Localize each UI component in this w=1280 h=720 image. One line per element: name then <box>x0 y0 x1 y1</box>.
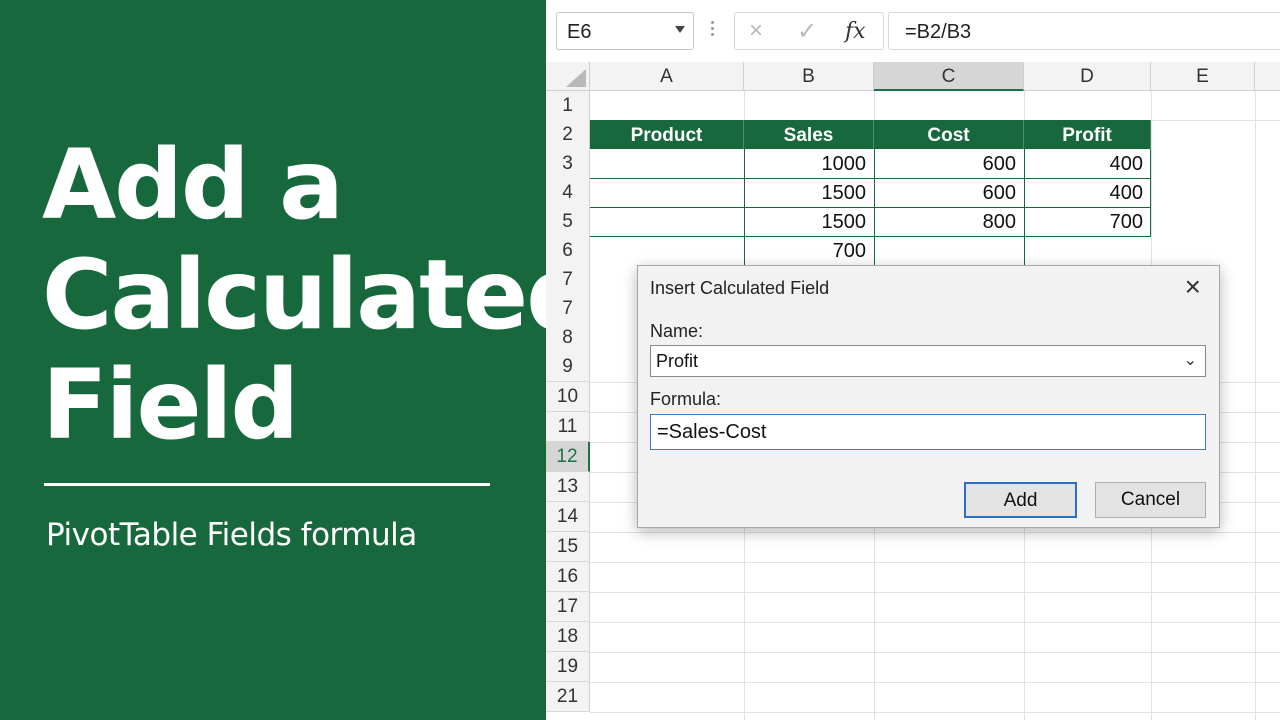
row-header[interactable]: 16 <box>546 562 590 592</box>
drag-handle-icon[interactable] <box>711 21 715 41</box>
row-header[interactable]: 14 <box>546 502 590 532</box>
table-cell-sales[interactable]: 700 <box>744 236 874 265</box>
table-cell-profit[interactable]: 400 <box>1024 149 1151 178</box>
chevron-down-icon[interactable] <box>675 26 685 33</box>
table-cell-cost[interactable]: 600 <box>874 178 1024 207</box>
add-button[interactable]: Add <box>964 482 1077 518</box>
row-header[interactable]: 1 <box>546 91 590 121</box>
row-header-selected[interactable]: 12 <box>546 442 590 472</box>
column-header-next[interactable] <box>1255 62 1280 91</box>
formula-input[interactable]: =B2/B3 <box>888 12 1280 50</box>
column-header-c[interactable]: C <box>874 62 1024 91</box>
row-header[interactable]: 7 <box>546 265 590 295</box>
column-header-b[interactable]: B <box>744 62 874 91</box>
table-header-sales[interactable]: Sales <box>744 120 874 149</box>
cancel-icon[interactable]: × <box>749 17 763 45</box>
table-cell-profit[interactable]: 400 <box>1024 178 1151 207</box>
table-cell-product[interactable] <box>590 236 744 265</box>
title-divider <box>44 483 490 486</box>
table-cell-sales[interactable]: 1500 <box>744 207 874 236</box>
row-header[interactable]: 17 <box>546 592 590 622</box>
table-cell-cost[interactable] <box>874 236 1024 265</box>
row-header[interactable]: 13 <box>546 472 590 502</box>
column-header-d[interactable]: D <box>1024 62 1151 91</box>
row-header[interactable]: 9 <box>546 352 590 382</box>
column-header-a[interactable]: A <box>590 62 744 91</box>
table-header-cost[interactable]: Cost <box>874 120 1024 149</box>
row-header[interactable]: 7 <box>546 294 590 324</box>
name-dropdown[interactable]: Profit ⌄ <box>650 345 1206 377</box>
row-header[interactable]: 10 <box>546 382 590 412</box>
row-header[interactable]: 19 <box>546 652 590 682</box>
title-line-3: Field <box>42 349 299 461</box>
table-cell-product[interactable] <box>590 178 744 207</box>
column-header-e[interactable]: E <box>1151 62 1255 91</box>
table-header-product[interactable]: Product <box>590 120 744 149</box>
name-dropdown-value: Profit <box>656 351 699 371</box>
row-header[interactable]: 15 <box>546 532 590 562</box>
row-header[interactable]: 21 <box>546 682 590 712</box>
close-icon[interactable]: × <box>1185 272 1201 302</box>
table-cell-profit[interactable]: 700 <box>1024 207 1151 236</box>
row-header[interactable]: 5 <box>546 207 590 237</box>
row-header[interactable]: 2 <box>546 120 590 150</box>
row-header[interactable]: 11 <box>546 412 590 442</box>
select-all-button[interactable] <box>546 62 590 91</box>
name-label: Name: <box>650 321 704 341</box>
formula-field[interactable]: =Sales-Cost <box>650 414 1206 450</box>
row-header[interactable]: 18 <box>546 622 590 652</box>
formula-buttons: × ✓ fx <box>734 12 884 50</box>
formula-bar: E6 × ✓ fx =B2/B3 <box>546 0 1280 62</box>
check-icon[interactable]: ✓ <box>797 17 817 46</box>
table-cell-cost[interactable]: 800 <box>874 207 1024 236</box>
table-cell-product[interactable] <box>590 149 744 178</box>
title-line-2: Calculated <box>42 239 595 351</box>
table-cell-profit[interactable] <box>1024 236 1151 265</box>
row-header[interactable]: 6 <box>546 236 590 266</box>
name-box-value: E6 <box>567 21 592 43</box>
dialog-title: Insert Calculated Field <box>650 278 830 298</box>
name-box[interactable]: E6 <box>556 12 694 50</box>
insert-calculated-field-dialog: Insert Calculated Field × Name: Profit ⌄… <box>637 265 1220 528</box>
table-cell-sales[interactable]: 1000 <box>744 149 874 178</box>
table-cell-cost[interactable]: 600 <box>874 149 1024 178</box>
subtitle: PivotTable Fields formula <box>46 517 417 553</box>
table-cell-sales[interactable]: 1500 <box>744 178 874 207</box>
row-header[interactable]: 4 <box>546 178 590 208</box>
title-panel: Add a Calculated Field PivotTable Fields… <box>0 0 595 720</box>
row-header[interactable]: 3 <box>546 149 590 179</box>
insert-function-icon[interactable]: fx <box>845 19 866 44</box>
cancel-button[interactable]: Cancel <box>1095 482 1206 518</box>
title-line-1: Add a <box>42 129 344 241</box>
chevron-down-icon[interactable]: ⌄ <box>1184 350 1197 370</box>
table-cell-product[interactable] <box>590 207 744 236</box>
table-header-profit[interactable]: Profit <box>1024 120 1151 149</box>
formula-label: Formula: <box>650 389 722 409</box>
row-header[interactable]: 8 <box>546 323 590 353</box>
